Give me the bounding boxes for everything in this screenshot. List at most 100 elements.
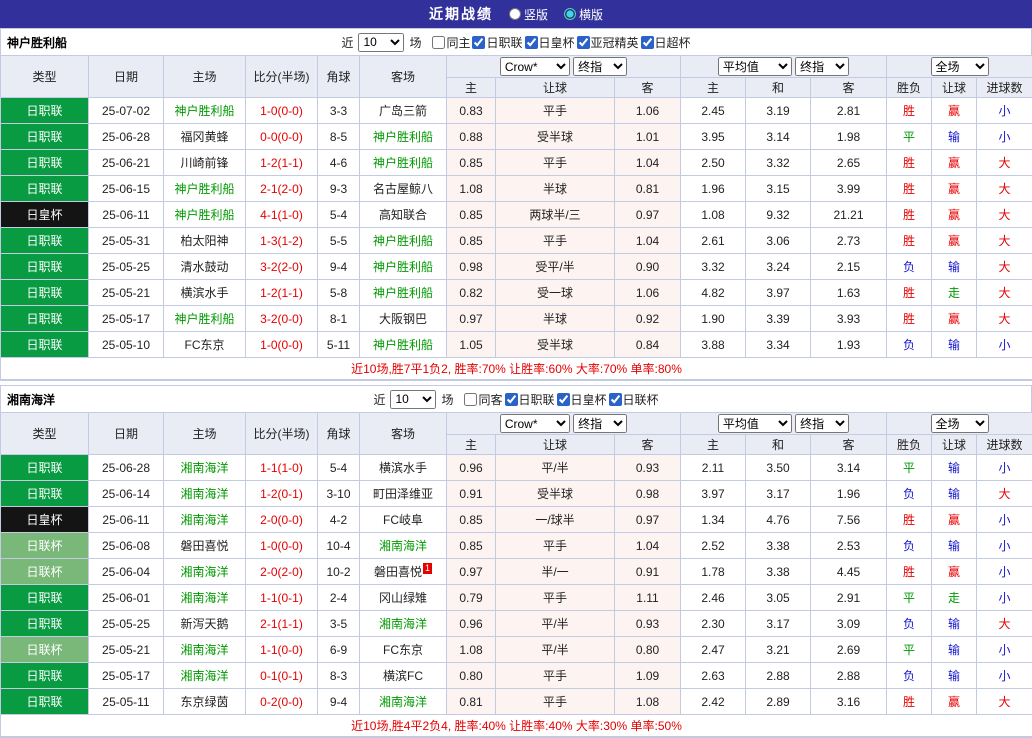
filter-checkbox[interactable] bbox=[641, 36, 654, 49]
date-cell: 25-05-25 bbox=[89, 611, 164, 637]
filter-checkbox-option[interactable]: 日联杯 bbox=[609, 391, 659, 408]
filter-checkbox-option[interactable]: 日皇杯 bbox=[525, 34, 575, 51]
avg-away-odds-cell: 1.93 bbox=[811, 332, 887, 358]
filter-checkbox-option[interactable]: 日职联 bbox=[472, 34, 522, 51]
result-cell: 胜 bbox=[887, 202, 932, 228]
goals-result-cell: 小 bbox=[977, 585, 1032, 611]
fulltime-select[interactable]: 全场 bbox=[931, 57, 989, 76]
score-cell: 2-1(1-1) bbox=[246, 611, 318, 637]
filter-checkbox[interactable] bbox=[464, 393, 477, 406]
score-cell: 2-0(2-0) bbox=[246, 559, 318, 585]
result-cell: 胜 bbox=[887, 507, 932, 533]
final-odds-select[interactable]: 终指 bbox=[795, 57, 849, 76]
filter-checkbox[interactable] bbox=[525, 36, 538, 49]
date-cell: 25-05-10 bbox=[89, 332, 164, 358]
avg-away-odds-cell: 3.16 bbox=[811, 689, 887, 715]
avg-home-odds-cell: 2.46 bbox=[681, 585, 746, 611]
home-team-cell: 神户胜利船 bbox=[164, 202, 246, 228]
handicap-result-cell: 输 bbox=[932, 533, 977, 559]
score-cell: 4-1(1-0) bbox=[246, 202, 318, 228]
filter-checkbox[interactable] bbox=[577, 36, 590, 49]
date-cell: 25-06-01 bbox=[89, 585, 164, 611]
match-count-select[interactable]: 10 bbox=[358, 33, 404, 52]
final-odds-select[interactable]: 终指 bbox=[573, 57, 627, 76]
filter-checkbox-option[interactable]: 日职联 bbox=[505, 391, 555, 408]
col-header-corner: 角球 bbox=[318, 56, 360, 98]
filter-label: 同主 bbox=[446, 34, 470, 51]
topbar: 近期战绩 竖版 横版 bbox=[0, 0, 1032, 28]
filter-checkbox[interactable] bbox=[432, 36, 445, 49]
home-team-cell: 湘南海洋 bbox=[164, 507, 246, 533]
col-header-type: 类型 bbox=[1, 56, 89, 98]
avg-away-odds-cell: 21.21 bbox=[811, 202, 887, 228]
handicap-result-cell: 输 bbox=[932, 254, 977, 280]
match-count-select[interactable]: 10 bbox=[390, 390, 436, 409]
final-odds-select[interactable]: 终指 bbox=[795, 414, 849, 433]
handicap-result-cell: 赢 bbox=[932, 228, 977, 254]
average-select[interactable]: 平均值 bbox=[718, 57, 792, 76]
avg-home-odds-cell: 1.78 bbox=[681, 559, 746, 585]
handicap-home-odds-cell: 0.97 bbox=[447, 559, 496, 585]
avg-draw-odds-cell: 3.05 bbox=[746, 585, 811, 611]
filter-label: 日皇杯 bbox=[539, 34, 575, 51]
sub-header-home-odds: 主 bbox=[447, 435, 496, 455]
result-cell: 负 bbox=[887, 254, 932, 280]
sub-header-away-odds: 客 bbox=[615, 78, 681, 98]
filter-checkbox-option[interactable]: 亚冠精英 bbox=[577, 34, 639, 51]
filter-checkbox-option[interactable]: 日超杯 bbox=[641, 34, 691, 51]
away-team-cell: FC岐阜 bbox=[360, 507, 447, 533]
goals-result-cell: 大 bbox=[977, 254, 1032, 280]
corner-cell: 10-4 bbox=[318, 533, 360, 559]
team-name: 湘南海洋 bbox=[7, 391, 55, 408]
away-team-cell: 冈山绿雉 bbox=[360, 585, 447, 611]
league-filter-group: 同客日职联日皇杯日联杯 bbox=[464, 391, 658, 408]
bookmaker-select[interactable]: Crow* bbox=[500, 57, 570, 76]
handicap-line-cell: 平手 bbox=[496, 663, 615, 689]
score-cell: 1-2(1-1) bbox=[246, 280, 318, 306]
score-cell: 0-1(0-1) bbox=[246, 663, 318, 689]
layout-option-vertical[interactable]: 竖版 bbox=[509, 6, 548, 23]
average-group-header: 平均值 终指 bbox=[681, 56, 887, 78]
filter-checkbox[interactable] bbox=[609, 393, 622, 406]
vertical-radio[interactable] bbox=[509, 8, 521, 20]
avg-home-odds-cell: 2.63 bbox=[681, 663, 746, 689]
avg-draw-odds-cell: 2.88 bbox=[746, 663, 811, 689]
horizontal-radio[interactable] bbox=[564, 8, 576, 20]
filter-checkbox-option[interactable]: 同主 bbox=[432, 34, 470, 51]
filter-checkbox[interactable] bbox=[472, 36, 485, 49]
handicap-line-cell: 平手 bbox=[496, 689, 615, 715]
handicap-away-odds-cell: 1.04 bbox=[615, 533, 681, 559]
filter-checkbox-option[interactable]: 同客 bbox=[464, 391, 502, 408]
filter-checkbox-option[interactable]: 日皇杯 bbox=[557, 391, 607, 408]
away-team-cell: 神户胜利船 bbox=[360, 254, 447, 280]
handicap-line-cell: 受半球 bbox=[496, 124, 615, 150]
handicap-away-odds-cell: 0.92 bbox=[615, 306, 681, 332]
avg-home-odds-cell: 2.42 bbox=[681, 689, 746, 715]
corner-cell: 2-4 bbox=[318, 585, 360, 611]
final-odds-select[interactable]: 终指 bbox=[573, 414, 627, 433]
col-header-away: 客场 bbox=[360, 413, 447, 455]
handicap-result-cell: 输 bbox=[932, 124, 977, 150]
sub-header-result: 胜负 bbox=[887, 78, 932, 98]
filter-checkbox[interactable] bbox=[505, 393, 518, 406]
avg-draw-odds-cell: 3.50 bbox=[746, 455, 811, 481]
average-select[interactable]: 平均值 bbox=[718, 414, 792, 433]
avg-draw-odds-cell: 9.32 bbox=[746, 202, 811, 228]
fulltime-select[interactable]: 全场 bbox=[931, 414, 989, 433]
filter-label: 日职联 bbox=[486, 34, 522, 51]
filter-controls: 近 10 场 同客日职联日皇杯日联杯 bbox=[373, 390, 658, 409]
handicap-result-cell: 赢 bbox=[932, 202, 977, 228]
match-row: 日职联25-05-17神户胜利船3-2(0-0)8-1大阪钢巴0.97半球0.9… bbox=[1, 306, 1032, 332]
league-cell: 日职联 bbox=[1, 455, 89, 481]
score-cell: 2-1(2-0) bbox=[246, 176, 318, 202]
league-cell: 日职联 bbox=[1, 98, 89, 124]
vertical-label: 竖版 bbox=[524, 6, 548, 23]
filter-checkbox[interactable] bbox=[557, 393, 570, 406]
corner-cell: 5-11 bbox=[318, 332, 360, 358]
layout-option-horizontal[interactable]: 横版 bbox=[564, 6, 603, 23]
bookmaker-select[interactable]: Crow* bbox=[500, 414, 570, 433]
handicap-line-cell: 受半球 bbox=[496, 481, 615, 507]
avg-home-odds-cell: 2.30 bbox=[681, 611, 746, 637]
date-cell: 25-05-25 bbox=[89, 254, 164, 280]
handicap-result-cell: 赢 bbox=[932, 559, 977, 585]
